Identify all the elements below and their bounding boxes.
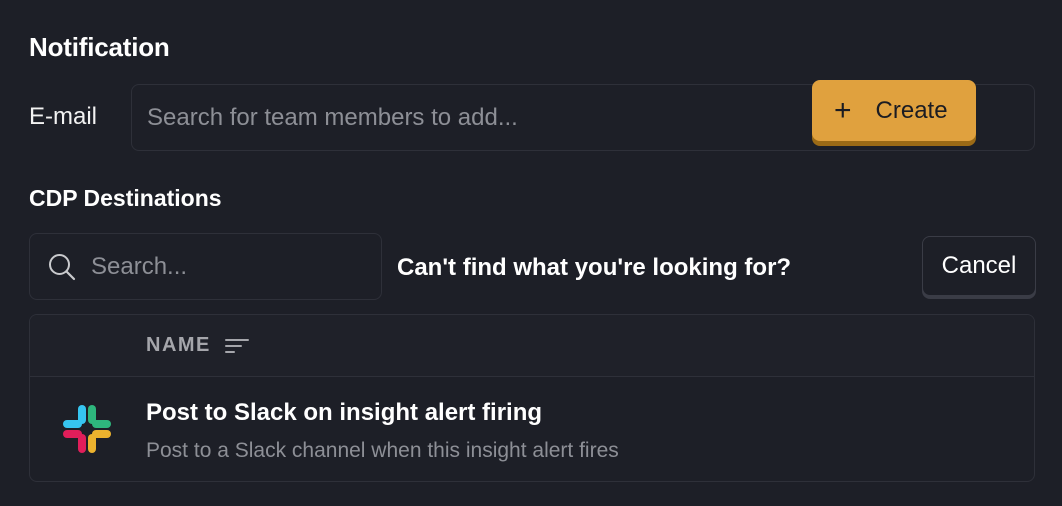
- sort-icon[interactable]: [224, 337, 249, 355]
- destination-search-box[interactable]: [29, 233, 382, 300]
- create-button-label: Create: [875, 96, 948, 124]
- email-label: E-mail: [29, 103, 98, 130]
- cant-find-text: Can't find what you're looking for?: [397, 254, 792, 281]
- table-row: Post to Slack on insight alert firing Po…: [30, 377, 1034, 481]
- cancel-button[interactable]: Cancel: [922, 236, 1036, 296]
- cdp-destinations-title: CDP Destinations: [29, 185, 222, 211]
- plus-icon: +: [834, 93, 852, 127]
- notification-panel: Notification E-mail CDP Destinations Can…: [0, 0, 1062, 506]
- destination-title[interactable]: Post to Slack on insight alert firing: [146, 399, 542, 427]
- destination-description: Post to a Slack channel when this insigh…: [146, 439, 619, 462]
- notification-title: Notification: [29, 32, 170, 62]
- search-icon: [47, 252, 77, 282]
- slack-icon: [62, 404, 112, 459]
- column-header-name[interactable]: NAME: [146, 334, 211, 357]
- destinations-table: NAME Post to Slack on insight alert firi…: [29, 314, 1035, 482]
- destination-search-input[interactable]: [91, 252, 341, 281]
- create-button[interactable]: + Create: [812, 80, 976, 141]
- table-header: NAME: [30, 315, 1034, 377]
